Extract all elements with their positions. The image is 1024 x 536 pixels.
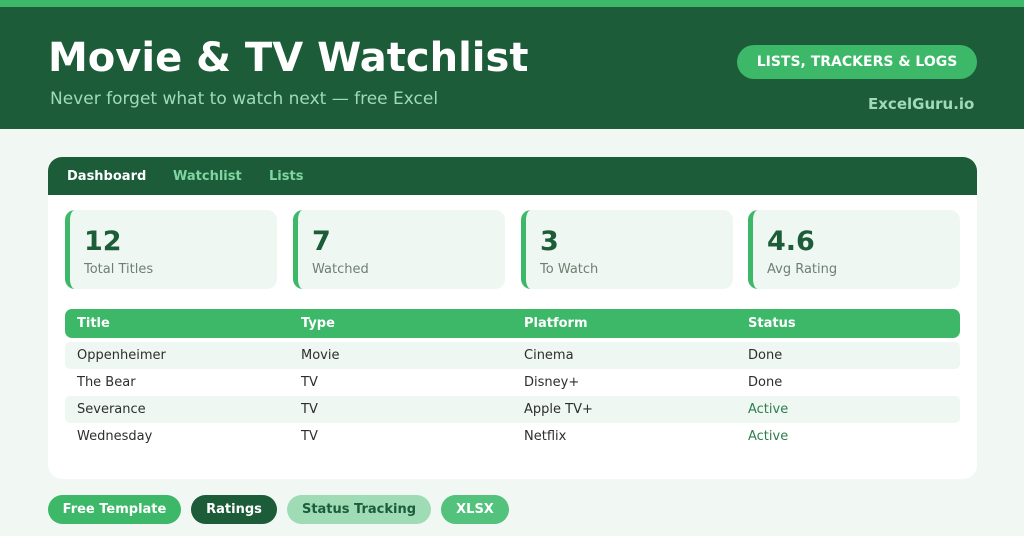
stat-value: 7 [312, 226, 331, 257]
tag-free-template[interactable]: Free Template [48, 495, 181, 524]
table-row[interactable]: The Bear TV Disney+ Done [65, 369, 960, 396]
stat-label: Avg Rating [767, 262, 838, 277]
page-title: Movie & TV Watchlist [48, 35, 529, 81]
tab-watchlist[interactable]: Watchlist [173, 157, 242, 195]
tab-bar: Dashboard Watchlist Lists [48, 157, 977, 195]
table-header: Title Type Platform Status [65, 309, 960, 338]
cell-title: Severance [77, 402, 146, 417]
tab-dashboard[interactable]: Dashboard [67, 157, 146, 195]
cell-status: Active [748, 429, 789, 444]
cell-platform: Apple TV+ [524, 402, 593, 417]
cell-title: Wednesday [77, 429, 153, 444]
stat-value: 4.6 [767, 226, 815, 257]
cell-status: Done [748, 348, 783, 363]
category-badge[interactable]: LISTS, TRACKERS & LOGS [737, 45, 977, 79]
cell-platform: Netflix [524, 429, 567, 444]
cell-status: Done [748, 375, 783, 390]
stat-card-avg-rating: 4.6 Avg Rating [748, 210, 960, 289]
stat-card-watched: 7 Watched [293, 210, 505, 289]
tag-ratings[interactable]: Ratings [191, 495, 277, 524]
stat-label: To Watch [540, 262, 599, 277]
page-subtitle: Never forget what to watch next — free E… [50, 89, 439, 109]
cell-title: The Bear [77, 375, 136, 390]
cell-type: Movie [301, 348, 340, 363]
cell-type: TV [301, 375, 318, 390]
dashboard-card: Dashboard Watchlist Lists 12 Total Title… [48, 157, 977, 479]
table-row[interactable]: Oppenheimer Movie Cinema Done [65, 342, 960, 369]
stat-card-to-watch: 3 To Watch [521, 210, 733, 289]
top-accent-stripe [0, 0, 1024, 7]
brand-name[interactable]: ExcelGuru.io [868, 95, 974, 113]
stat-card-total-titles: 12 Total Titles [65, 210, 277, 289]
stat-label: Watched [312, 262, 369, 277]
tab-lists[interactable]: Lists [269, 157, 303, 195]
cell-type: TV [301, 402, 318, 417]
column-header-platform[interactable]: Platform [524, 309, 588, 338]
column-header-title[interactable]: Title [77, 309, 110, 338]
stat-value: 12 [84, 226, 122, 257]
column-header-status[interactable]: Status [748, 309, 796, 338]
header-banner: Movie & TV Watchlist Never forget what t… [0, 7, 1024, 129]
stat-label: Total Titles [84, 262, 154, 277]
cell-title: Oppenheimer [77, 348, 166, 363]
table-row[interactable]: Severance TV Apple TV+ Active [65, 396, 960, 423]
cell-platform: Disney+ [524, 375, 580, 390]
tag-status-tracking[interactable]: Status Tracking [287, 495, 431, 524]
cell-status: Active [748, 402, 789, 417]
table-row[interactable]: Wednesday TV Netflix Active [65, 423, 960, 450]
cell-platform: Cinema [524, 348, 574, 363]
stat-value: 3 [540, 226, 559, 257]
tag-xlsx[interactable]: XLSX [441, 495, 509, 524]
column-header-type[interactable]: Type [301, 309, 335, 338]
cell-type: TV [301, 429, 318, 444]
